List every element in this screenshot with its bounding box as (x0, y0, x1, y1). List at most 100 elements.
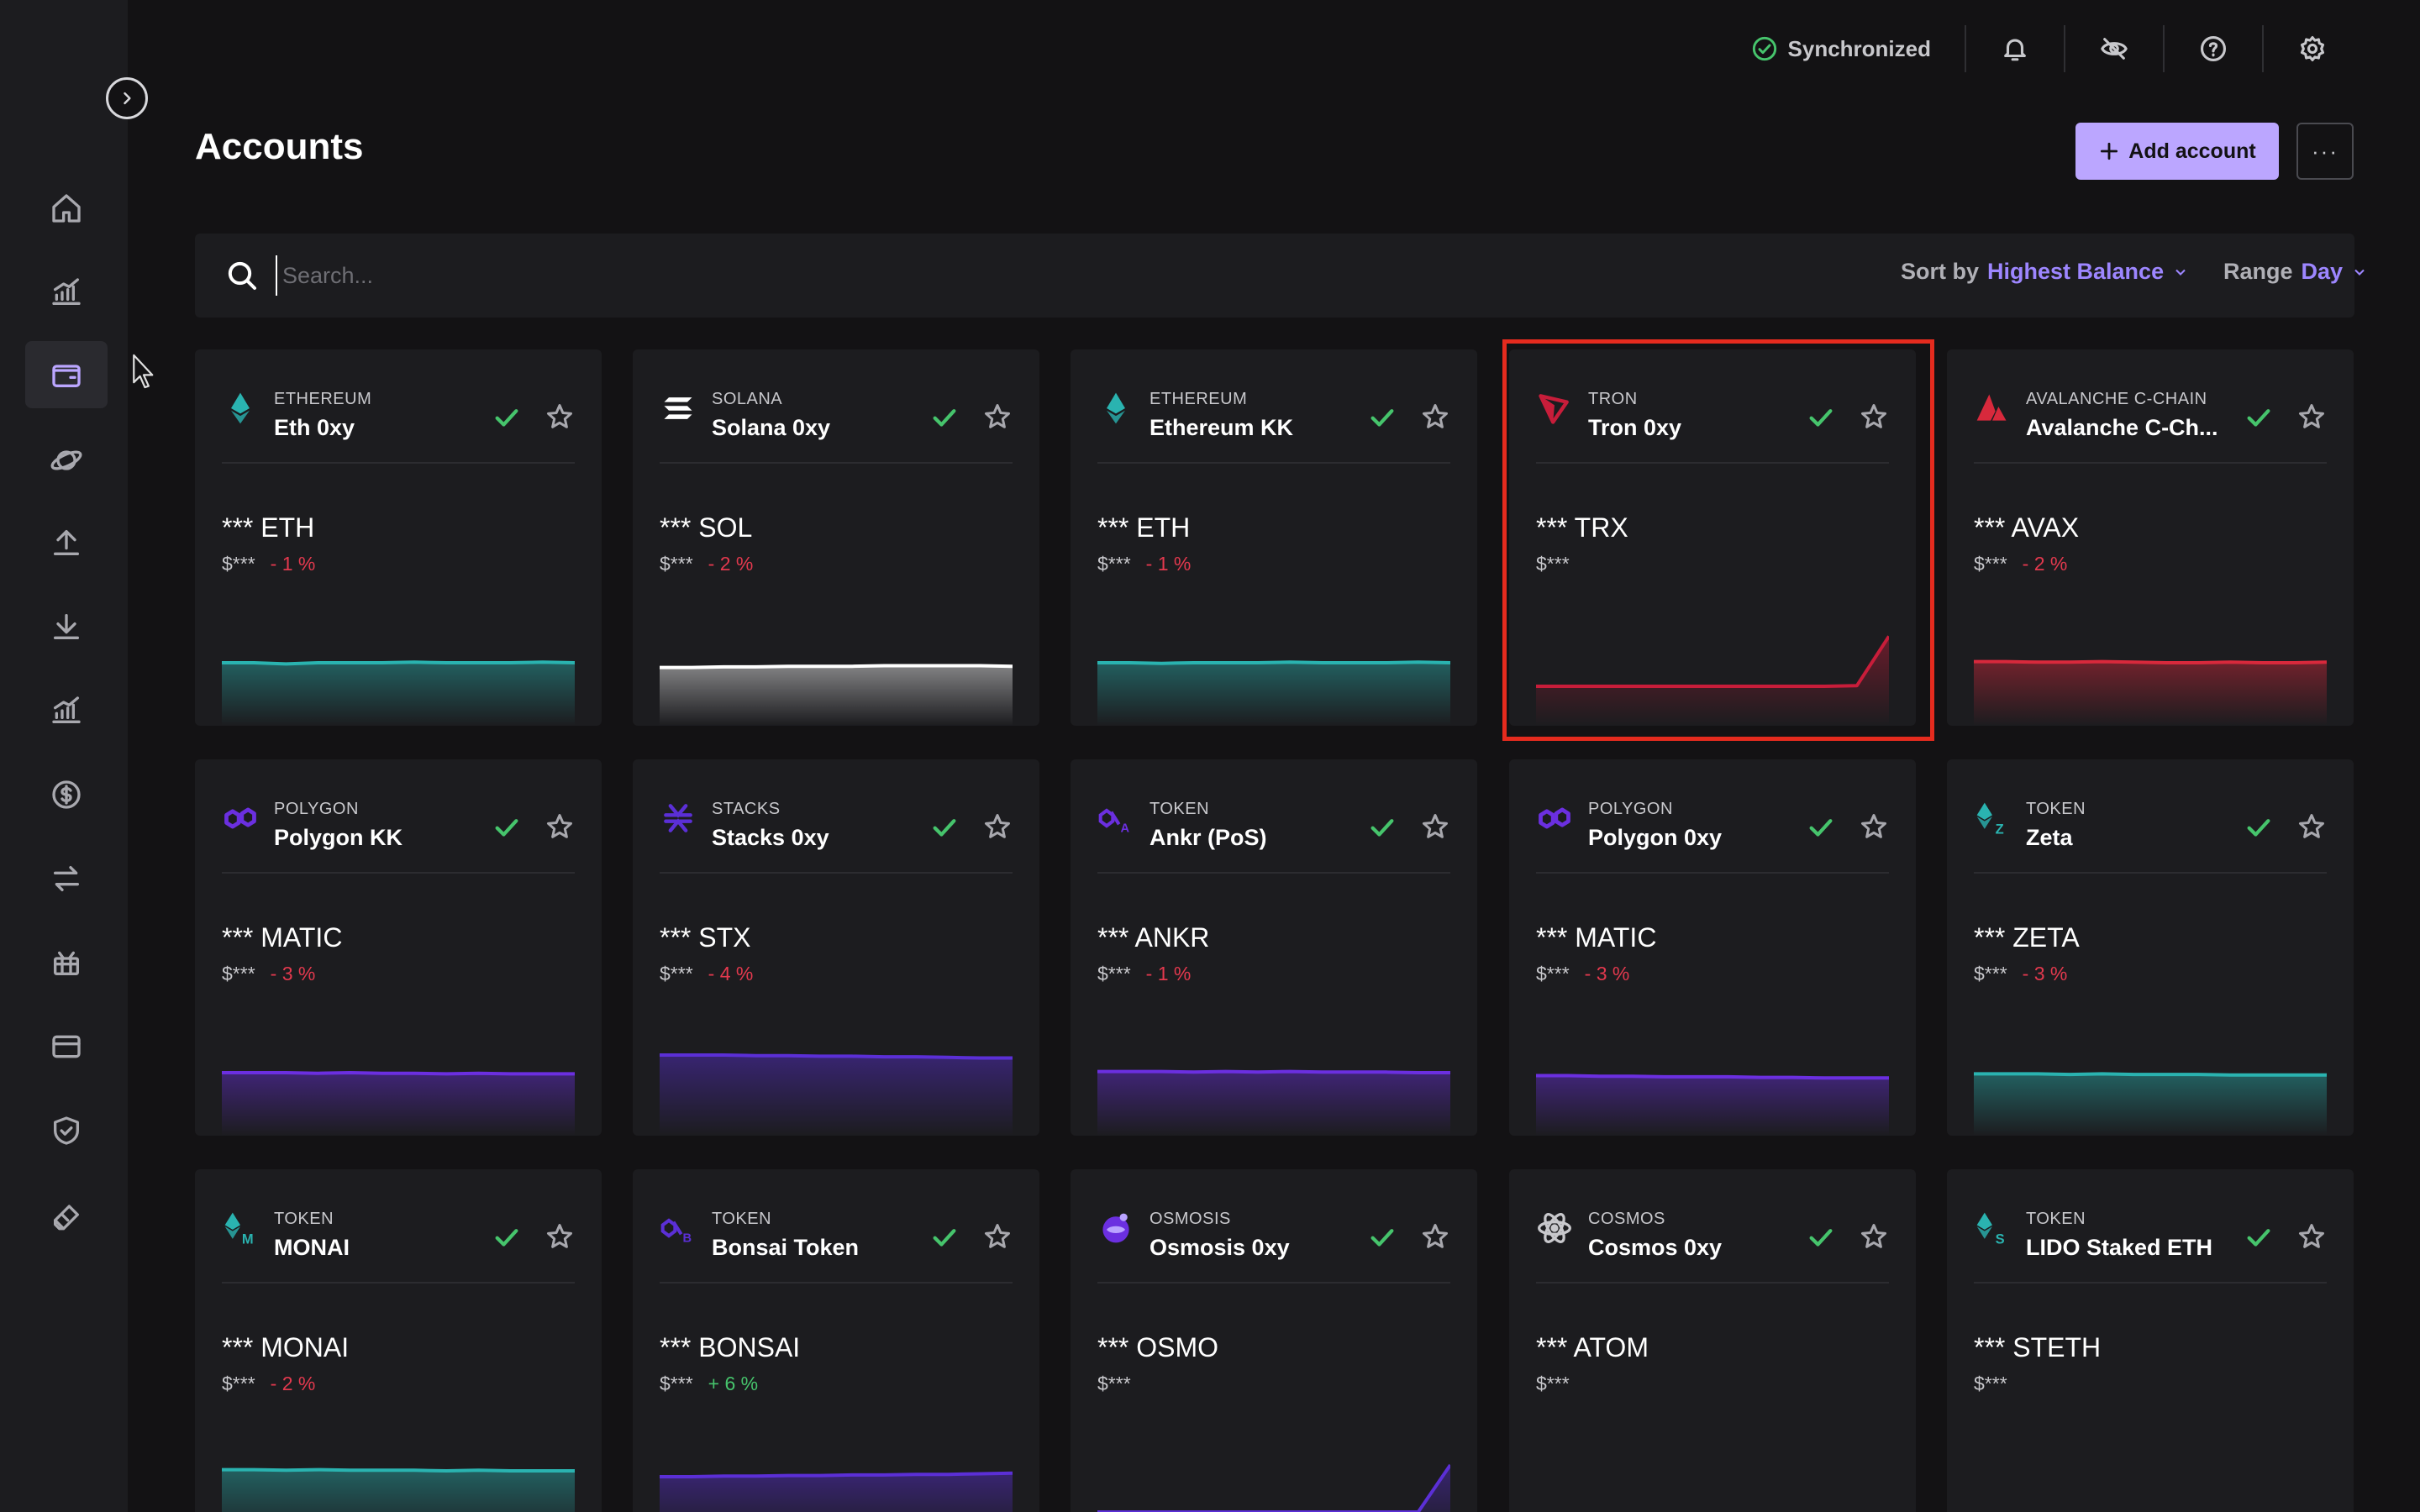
star-icon[interactable] (1420, 402, 1450, 432)
sidebar-item-market[interactable] (25, 259, 108, 326)
chevron-down-icon (2354, 269, 2365, 276)
star-icon[interactable] (1859, 811, 1889, 842)
tron-icon (1536, 390, 1573, 427)
notifications-button[interactable] (1965, 25, 2064, 72)
help-button[interactable] (2163, 25, 2262, 72)
star-icon[interactable] (1859, 402, 1889, 432)
account-card[interactable]: AVALANCHE C-CHAIN Avalanche C-Ch... *** … (1947, 349, 2354, 726)
star-icon[interactable] (2296, 811, 2327, 842)
account-fiat-row: $*** - 3 % (1536, 963, 1629, 985)
shield-icon (54, 1116, 80, 1145)
star-icon[interactable] (544, 1221, 575, 1252)
synced-check-icon (1809, 819, 1833, 837)
account-card[interactable]: SOLANA Solana 0xy *** SOL $*** - 2 % (633, 349, 1039, 726)
account-network: OSMOSIS (1150, 1210, 1231, 1228)
sidebar-item-manager[interactable] (25, 1181, 108, 1248)
account-card[interactable]: ETHEREUM Ethereum KK *** ETH $*** - 1 % (1071, 349, 1477, 726)
account-name: LIDO Staked ETH (2026, 1235, 2213, 1260)
account-balance: *** STETH (1974, 1332, 2102, 1362)
account-fiat-row: $*** - 1 % (1097, 553, 1191, 575)
synced-check-icon (1370, 409, 1394, 427)
sparkline (222, 1467, 575, 1512)
synced-check-icon (1809, 1229, 1833, 1247)
sparkline-area (1097, 1465, 1450, 1512)
sidebar-item-home[interactable] (25, 175, 108, 242)
sidebar-item-accounts[interactable] (25, 341, 108, 408)
more-options-button[interactable]: ··· (2296, 123, 2354, 180)
card-divider (1974, 872, 2327, 874)
synced-check-icon (1809, 409, 1833, 427)
account-card[interactable]: OSMOSIS Osmosis 0xy *** OSMO $*** (1071, 1169, 1477, 1512)
star-icon[interactable] (544, 811, 575, 842)
sidebar-item-receive[interactable] (25, 593, 108, 660)
star-icon[interactable] (544, 402, 575, 432)
sidebar-item-earn[interactable] (25, 677, 108, 744)
settings-button[interactable] (2262, 25, 2361, 72)
star-icon[interactable] (1420, 1221, 1450, 1252)
account-card[interactable]: M TOKEN MONAI *** MONAI $*** - 2 % (195, 1169, 602, 1512)
card-divider (1536, 1282, 1889, 1284)
sidebar-item-send[interactable] (25, 509, 108, 576)
account-card[interactable]: POLYGON Polygon KK *** MATIC $*** - 3 % (195, 759, 602, 1136)
star-icon[interactable] (2296, 402, 2327, 432)
star-icon[interactable] (2296, 1221, 2327, 1252)
account-card[interactable]: POLYGON Polygon 0xy *** MATIC $*** - 3 % (1509, 759, 1916, 1136)
list-view-button[interactable] (2410, 255, 2420, 296)
sort-dropdown[interactable]: Sort by Highest Balance (1901, 259, 2189, 285)
star-icon[interactable] (982, 811, 1013, 842)
account-card[interactable]: B TOKEN Bonsai Token *** BONSAI $*** + 6… (633, 1169, 1039, 1512)
account-card[interactable]: TRON Tron 0xy *** TRX $*** (1509, 349, 1916, 726)
star-icon[interactable] (1420, 811, 1450, 842)
sidebar-item-rewards[interactable] (25, 929, 108, 996)
account-change: - 3 % (270, 963, 316, 984)
sparkline-area (1097, 1071, 1450, 1136)
account-network: TOKEN (1150, 800, 1210, 818)
hide-balances-button[interactable] (2064, 25, 2163, 72)
sparkline-line (1536, 1074, 1889, 1080)
card-divider (660, 462, 1013, 464)
solana-icon (660, 390, 697, 427)
sidebar-item-card[interactable] (25, 1013, 108, 1080)
sparkline-area (1536, 1075, 1889, 1136)
star-icon[interactable] (982, 402, 1013, 432)
account-card-header: POLYGON Polygon 0xy (1536, 785, 1889, 852)
star-icon[interactable] (1859, 1221, 1889, 1252)
account-fiat-row: $*** + 6 % (660, 1373, 758, 1395)
sidebar-item-discover[interactable] (25, 427, 108, 494)
account-card[interactable]: A TOKEN Ankr (PoS) *** ANKR $*** - 1 % (1071, 759, 1477, 1136)
sync-status[interactable]: Synchronized (1751, 35, 1965, 62)
card-divider (660, 872, 1013, 874)
synced-check-icon (495, 409, 518, 427)
account-fiat-row: $*** - 1 % (222, 553, 315, 575)
account-fiat-value: $*** (660, 1373, 693, 1394)
account-fiat-row: $*** (1536, 1373, 1585, 1395)
wallet-icon (52, 365, 81, 387)
account-name: Polygon KK (274, 825, 402, 850)
account-card[interactable]: S TOKEN LIDO Staked ETH *** STETH $*** (1947, 1169, 2354, 1512)
add-account-button[interactable]: Add account (2075, 123, 2279, 180)
swap-icon (54, 866, 80, 891)
account-card[interactable]: Z TOKEN Zeta *** ZETA $*** - 3 % (1947, 759, 2354, 1136)
send-icon (54, 530, 80, 555)
account-card-header: ETHEREUM Eth 0xy (222, 375, 575, 442)
svg-text:M: M (242, 1231, 254, 1247)
sparkline-line (1974, 659, 2327, 664)
sidebar-item-swap[interactable] (25, 845, 108, 912)
svg-text:S: S (1996, 1231, 2005, 1247)
account-card[interactable]: COSMOS Cosmos 0xy *** ATOM $*** (1509, 1169, 1916, 1512)
account-fiat-value: $*** (660, 963, 693, 984)
star-icon[interactable] (982, 1221, 1013, 1252)
sidebar-item-security[interactable] (25, 1097, 108, 1164)
account-fiat-value: $*** (1974, 1373, 2007, 1394)
account-fiat-value: $*** (222, 1373, 255, 1394)
account-balance: *** ZETA (1974, 922, 2080, 953)
account-network: POLYGON (1588, 800, 1673, 818)
account-card[interactable]: ETHEREUM Eth 0xy *** ETH $*** - 1 % (195, 349, 602, 726)
account-fiat-value: $*** (1097, 963, 1131, 984)
account-card[interactable]: STACKS Stacks 0xy *** STX $*** - 4 % (633, 759, 1039, 1136)
avalanche-icon (1974, 390, 2011, 427)
search-input[interactable] (276, 255, 1032, 296)
sidebar-item-buy-sell[interactable] (25, 761, 108, 828)
range-dropdown[interactable]: Range Day (2223, 259, 2368, 285)
sidebar-collapse-button[interactable] (106, 77, 148, 119)
